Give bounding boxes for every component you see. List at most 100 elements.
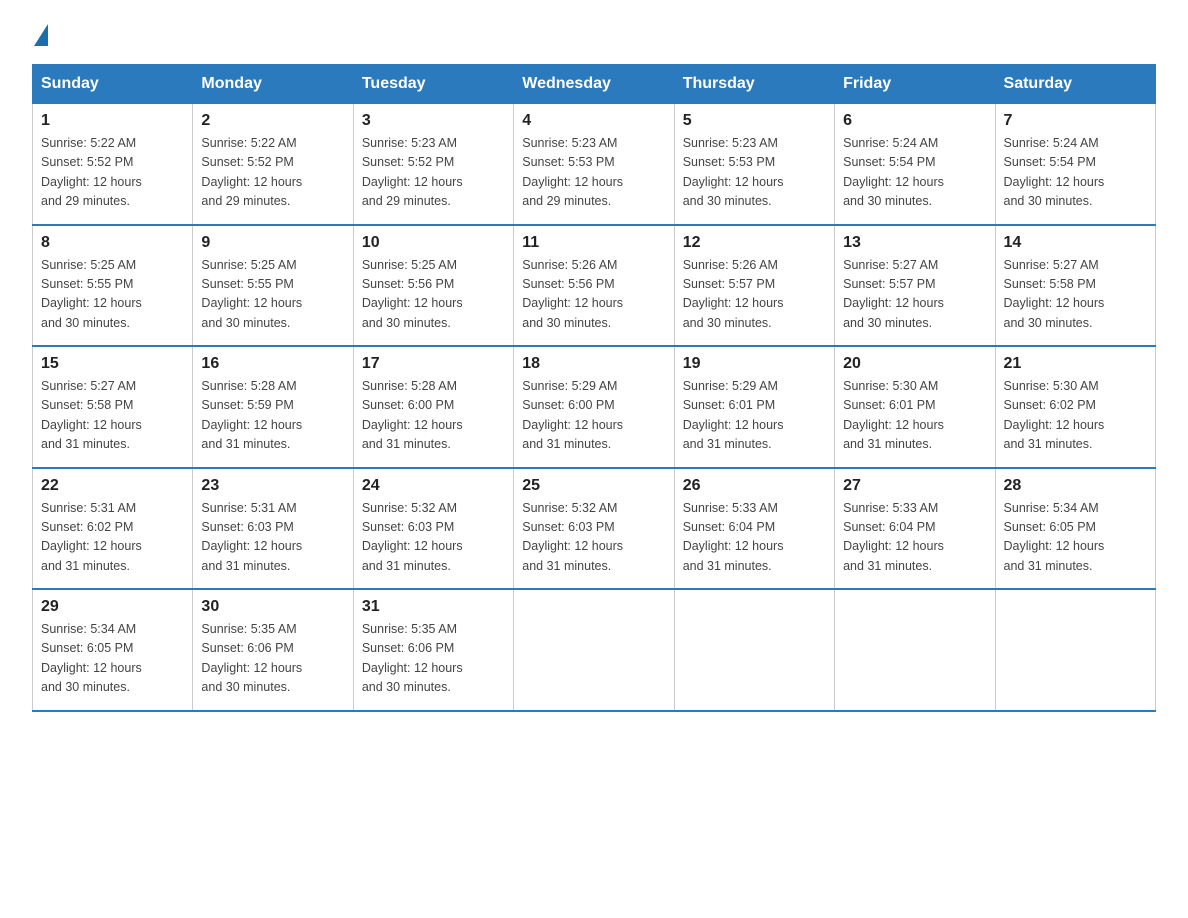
day-number: 28	[1004, 477, 1147, 495]
calendar-day-cell: 28 Sunrise: 5:34 AM Sunset: 6:05 PM Dayl…	[995, 468, 1155, 590]
day-of-week-header: Wednesday	[514, 65, 674, 104]
day-info: Sunrise: 5:30 AM Sunset: 6:02 PM Dayligh…	[1004, 377, 1147, 455]
day-info: Sunrise: 5:32 AM Sunset: 6:03 PM Dayligh…	[362, 499, 505, 577]
page-header	[32, 24, 1156, 44]
calendar-day-cell: 24 Sunrise: 5:32 AM Sunset: 6:03 PM Dayl…	[353, 468, 513, 590]
day-number: 5	[683, 112, 826, 130]
calendar-day-cell: 26 Sunrise: 5:33 AM Sunset: 6:04 PM Dayl…	[674, 468, 834, 590]
day-number: 9	[201, 234, 344, 252]
day-number: 8	[41, 234, 184, 252]
day-of-week-header: Sunday	[33, 65, 193, 104]
day-number: 15	[41, 355, 184, 373]
day-number: 29	[41, 598, 184, 616]
calendar-day-cell: 30 Sunrise: 5:35 AM Sunset: 6:06 PM Dayl…	[193, 589, 353, 711]
day-number: 23	[201, 477, 344, 495]
day-info: Sunrise: 5:28 AM Sunset: 6:00 PM Dayligh…	[362, 377, 505, 455]
day-info: Sunrise: 5:26 AM Sunset: 5:56 PM Dayligh…	[522, 256, 665, 334]
day-number: 4	[522, 112, 665, 130]
calendar-day-cell: 22 Sunrise: 5:31 AM Sunset: 6:02 PM Dayl…	[33, 468, 193, 590]
logo	[32, 24, 48, 44]
day-number: 31	[362, 598, 505, 616]
calendar-header-row: SundayMondayTuesdayWednesdayThursdayFrid…	[33, 65, 1156, 104]
calendar-day-cell: 9 Sunrise: 5:25 AM Sunset: 5:55 PM Dayli…	[193, 225, 353, 347]
calendar-week-row: 1 Sunrise: 5:22 AM Sunset: 5:52 PM Dayli…	[33, 104, 1156, 225]
day-info: Sunrise: 5:34 AM Sunset: 6:05 PM Dayligh…	[41, 620, 184, 698]
day-number: 25	[522, 477, 665, 495]
day-of-week-header: Friday	[835, 65, 995, 104]
day-number: 20	[843, 355, 986, 373]
calendar-day-cell	[835, 589, 995, 711]
day-info: Sunrise: 5:31 AM Sunset: 6:02 PM Dayligh…	[41, 499, 184, 577]
day-info: Sunrise: 5:23 AM Sunset: 5:52 PM Dayligh…	[362, 134, 505, 212]
calendar-day-cell: 13 Sunrise: 5:27 AM Sunset: 5:57 PM Dayl…	[835, 225, 995, 347]
calendar-day-cell: 27 Sunrise: 5:33 AM Sunset: 6:04 PM Dayl…	[835, 468, 995, 590]
calendar-day-cell: 25 Sunrise: 5:32 AM Sunset: 6:03 PM Dayl…	[514, 468, 674, 590]
day-number: 6	[843, 112, 986, 130]
day-number: 26	[683, 477, 826, 495]
day-info: Sunrise: 5:28 AM Sunset: 5:59 PM Dayligh…	[201, 377, 344, 455]
day-info: Sunrise: 5:32 AM Sunset: 6:03 PM Dayligh…	[522, 499, 665, 577]
day-info: Sunrise: 5:31 AM Sunset: 6:03 PM Dayligh…	[201, 499, 344, 577]
calendar-day-cell: 19 Sunrise: 5:29 AM Sunset: 6:01 PM Dayl…	[674, 346, 834, 468]
day-number: 7	[1004, 112, 1147, 130]
day-of-week-header: Thursday	[674, 65, 834, 104]
day-info: Sunrise: 5:27 AM Sunset: 5:58 PM Dayligh…	[1004, 256, 1147, 334]
day-number: 24	[362, 477, 505, 495]
day-number: 21	[1004, 355, 1147, 373]
calendar-day-cell: 14 Sunrise: 5:27 AM Sunset: 5:58 PM Dayl…	[995, 225, 1155, 347]
calendar-day-cell: 16 Sunrise: 5:28 AM Sunset: 5:59 PM Dayl…	[193, 346, 353, 468]
day-info: Sunrise: 5:29 AM Sunset: 6:00 PM Dayligh…	[522, 377, 665, 455]
day-info: Sunrise: 5:30 AM Sunset: 6:01 PM Dayligh…	[843, 377, 986, 455]
calendar-table: SundayMondayTuesdayWednesdayThursdayFrid…	[32, 64, 1156, 712]
calendar-day-cell: 21 Sunrise: 5:30 AM Sunset: 6:02 PM Dayl…	[995, 346, 1155, 468]
day-info: Sunrise: 5:22 AM Sunset: 5:52 PM Dayligh…	[41, 134, 184, 212]
calendar-day-cell: 23 Sunrise: 5:31 AM Sunset: 6:03 PM Dayl…	[193, 468, 353, 590]
calendar-day-cell: 5 Sunrise: 5:23 AM Sunset: 5:53 PM Dayli…	[674, 104, 834, 225]
day-number: 16	[201, 355, 344, 373]
calendar-day-cell	[514, 589, 674, 711]
calendar-day-cell: 11 Sunrise: 5:26 AM Sunset: 5:56 PM Dayl…	[514, 225, 674, 347]
day-info: Sunrise: 5:29 AM Sunset: 6:01 PM Dayligh…	[683, 377, 826, 455]
calendar-day-cell: 15 Sunrise: 5:27 AM Sunset: 5:58 PM Dayl…	[33, 346, 193, 468]
calendar-day-cell: 18 Sunrise: 5:29 AM Sunset: 6:00 PM Dayl…	[514, 346, 674, 468]
day-info: Sunrise: 5:33 AM Sunset: 6:04 PM Dayligh…	[843, 499, 986, 577]
logo-triangle-icon	[34, 24, 48, 46]
calendar-day-cell: 1 Sunrise: 5:22 AM Sunset: 5:52 PM Dayli…	[33, 104, 193, 225]
day-number: 11	[522, 234, 665, 252]
day-number: 27	[843, 477, 986, 495]
calendar-day-cell: 6 Sunrise: 5:24 AM Sunset: 5:54 PM Dayli…	[835, 104, 995, 225]
day-info: Sunrise: 5:23 AM Sunset: 5:53 PM Dayligh…	[683, 134, 826, 212]
day-number: 10	[362, 234, 505, 252]
day-info: Sunrise: 5:22 AM Sunset: 5:52 PM Dayligh…	[201, 134, 344, 212]
day-number: 12	[683, 234, 826, 252]
day-number: 19	[683, 355, 826, 373]
day-info: Sunrise: 5:33 AM Sunset: 6:04 PM Dayligh…	[683, 499, 826, 577]
day-info: Sunrise: 5:25 AM Sunset: 5:55 PM Dayligh…	[41, 256, 184, 334]
calendar-week-row: 22 Sunrise: 5:31 AM Sunset: 6:02 PM Dayl…	[33, 468, 1156, 590]
calendar-day-cell: 29 Sunrise: 5:34 AM Sunset: 6:05 PM Dayl…	[33, 589, 193, 711]
calendar-week-row: 8 Sunrise: 5:25 AM Sunset: 5:55 PM Dayli…	[33, 225, 1156, 347]
calendar-day-cell: 4 Sunrise: 5:23 AM Sunset: 5:53 PM Dayli…	[514, 104, 674, 225]
day-info: Sunrise: 5:24 AM Sunset: 5:54 PM Dayligh…	[843, 134, 986, 212]
calendar-day-cell: 12 Sunrise: 5:26 AM Sunset: 5:57 PM Dayl…	[674, 225, 834, 347]
day-of-week-header: Monday	[193, 65, 353, 104]
day-number: 14	[1004, 234, 1147, 252]
day-number: 1	[41, 112, 184, 130]
calendar-week-row: 29 Sunrise: 5:34 AM Sunset: 6:05 PM Dayl…	[33, 589, 1156, 711]
day-of-week-header: Tuesday	[353, 65, 513, 104]
day-number: 3	[362, 112, 505, 130]
calendar-day-cell: 20 Sunrise: 5:30 AM Sunset: 6:01 PM Dayl…	[835, 346, 995, 468]
calendar-day-cell: 2 Sunrise: 5:22 AM Sunset: 5:52 PM Dayli…	[193, 104, 353, 225]
day-info: Sunrise: 5:35 AM Sunset: 6:06 PM Dayligh…	[362, 620, 505, 698]
day-info: Sunrise: 5:27 AM Sunset: 5:58 PM Dayligh…	[41, 377, 184, 455]
day-info: Sunrise: 5:34 AM Sunset: 6:05 PM Dayligh…	[1004, 499, 1147, 577]
day-info: Sunrise: 5:26 AM Sunset: 5:57 PM Dayligh…	[683, 256, 826, 334]
day-info: Sunrise: 5:27 AM Sunset: 5:57 PM Dayligh…	[843, 256, 986, 334]
day-info: Sunrise: 5:25 AM Sunset: 5:56 PM Dayligh…	[362, 256, 505, 334]
day-info: Sunrise: 5:23 AM Sunset: 5:53 PM Dayligh…	[522, 134, 665, 212]
day-info: Sunrise: 5:25 AM Sunset: 5:55 PM Dayligh…	[201, 256, 344, 334]
calendar-week-row: 15 Sunrise: 5:27 AM Sunset: 5:58 PM Dayl…	[33, 346, 1156, 468]
day-number: 18	[522, 355, 665, 373]
calendar-day-cell	[995, 589, 1155, 711]
day-number: 13	[843, 234, 986, 252]
